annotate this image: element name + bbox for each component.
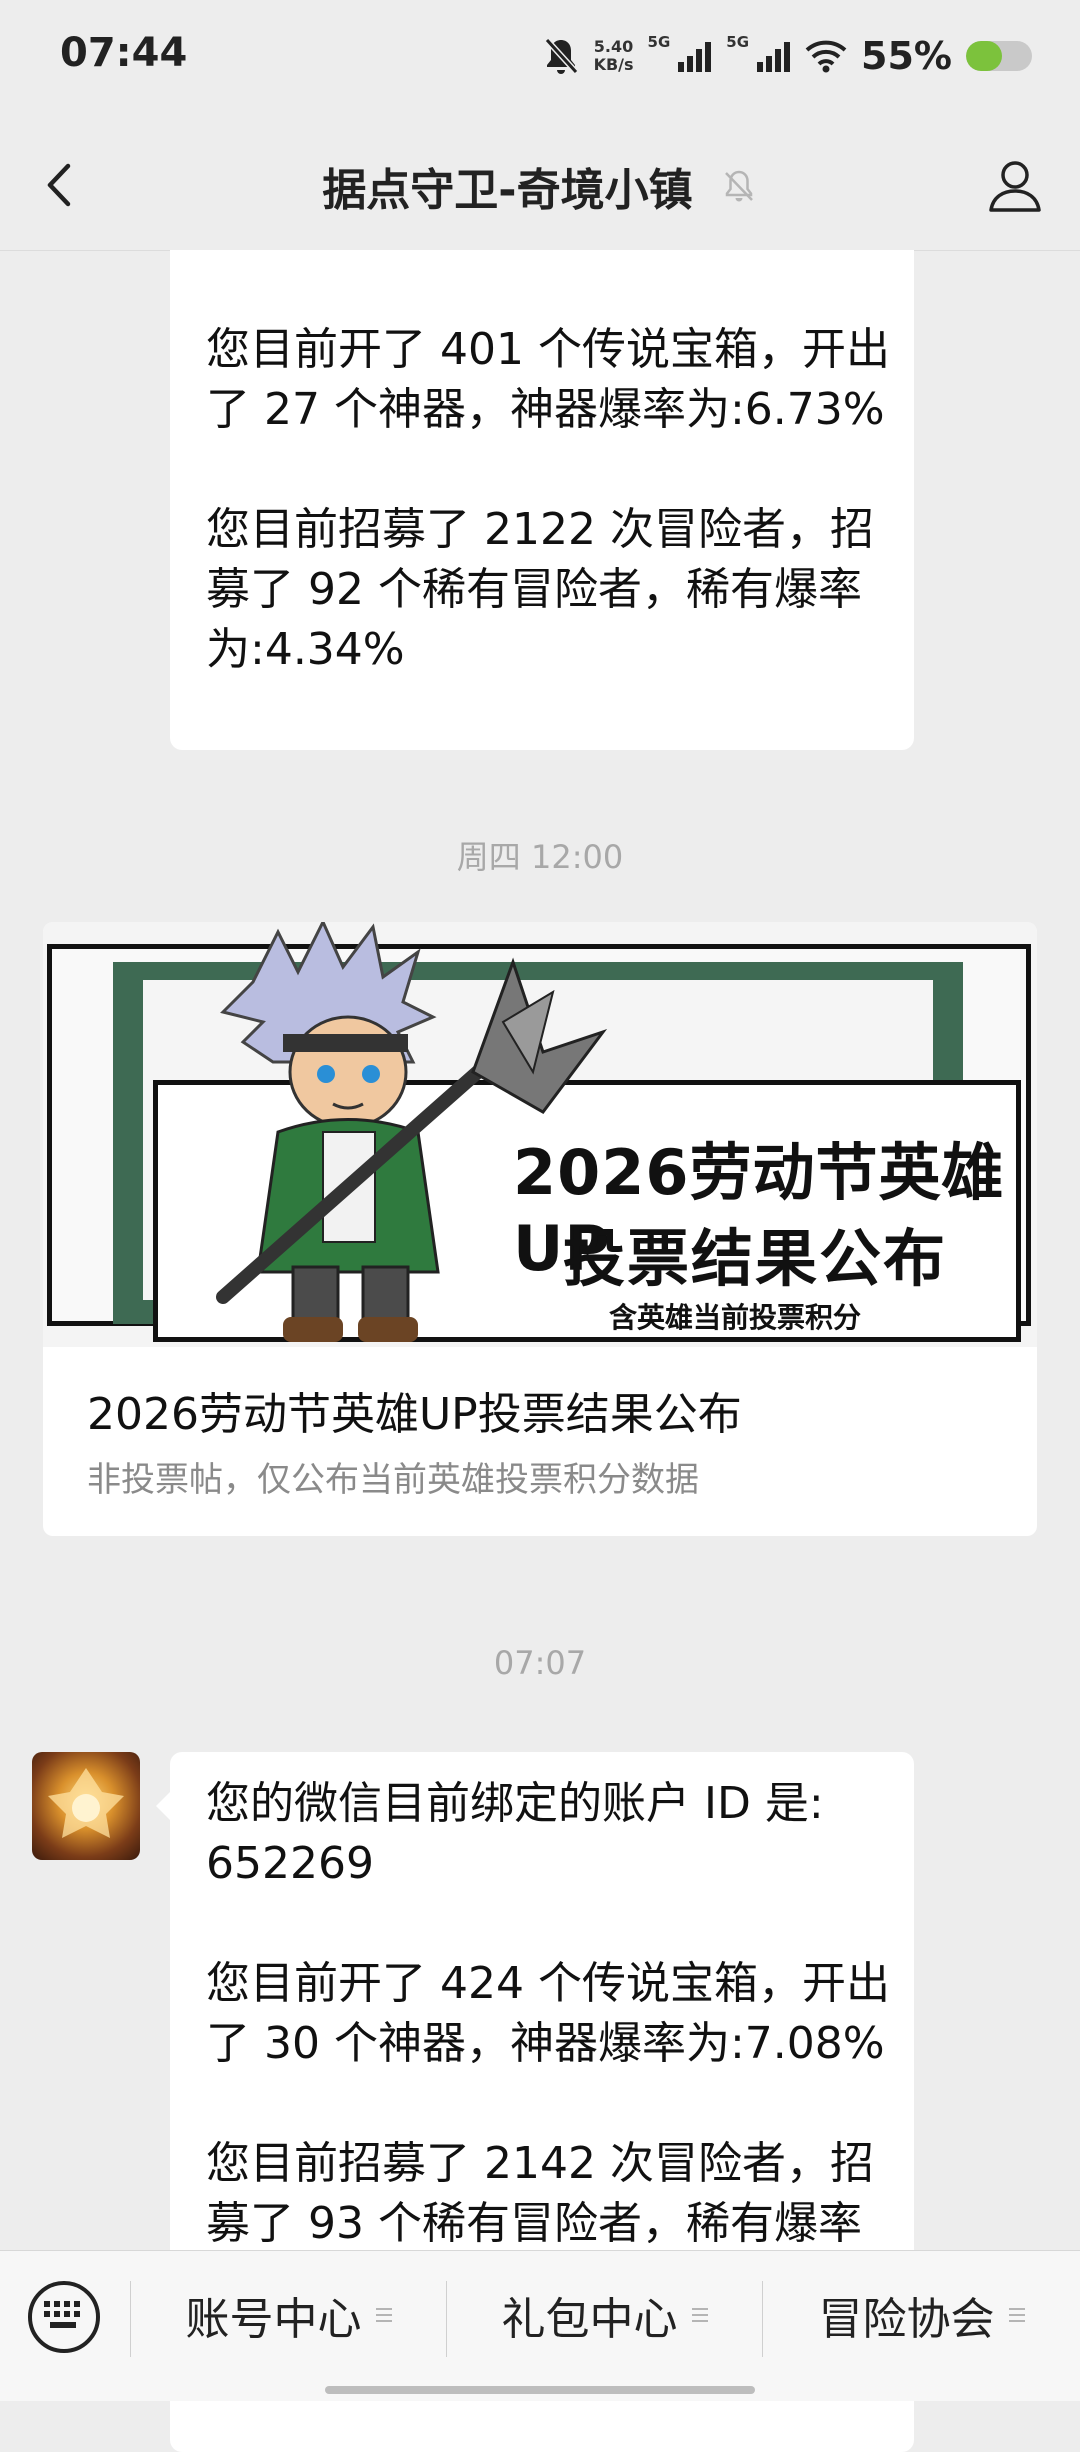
menu-account-center[interactable]: 账号中心	[131, 2273, 446, 2357]
menu-lines-icon	[1008, 2304, 1025, 2326]
article-description: 非投票帖，仅公布当前英雄投票积分数据	[87, 1460, 699, 1500]
net-speed: 5.40 KB/s	[594, 38, 634, 74]
menu-adventure-guild[interactable]: 冒险协会	[763, 2273, 1080, 2357]
cover-subtitle: 含英雄当前投票积分	[609, 1301, 862, 1334]
menu-label: 礼包中心	[501, 2294, 678, 2345]
message-timestamp: 07:07	[493, 1644, 587, 1682]
status-icons: 5.40 KB/s 5G 5G 55%	[542, 30, 1032, 82]
message-text: 您目前开了 401 个传说宝箱，开出了 27 个神器，神器爆率为:6.73% 您…	[206, 324, 890, 675]
net-speed-value: 5.40	[593, 37, 634, 56]
status-time: 07:44	[60, 30, 188, 76]
message-bubble[interactable]: 您目前开了 401 个传说宝箱，开出了 27 个神器，神器爆率为:6.73% 您…	[170, 250, 914, 750]
chat-title: 据点守卫-奇境小镇	[322, 165, 693, 216]
battery-level	[966, 41, 1003, 71]
home-indicator[interactable]	[325, 2386, 755, 2394]
signal-icon	[678, 42, 712, 72]
bottom-menu-bar: 账号中心 礼包中心 冒险协会	[0, 2250, 1080, 2401]
net-speed-unit: KB/s	[593, 55, 634, 74]
article-card[interactable]: 2026劳动节英雄UP 投票结果公布 含英雄当前投票积分 2026劳动节英雄UP…	[43, 922, 1037, 1536]
emblem-icon	[48, 1768, 124, 1838]
menu-lines-icon	[375, 2304, 392, 2326]
message-timestamp: 周四 12:00	[456, 838, 624, 876]
wifi-icon	[805, 40, 847, 73]
cover-title-line2: 投票结果公布	[563, 1222, 948, 1295]
menu-lines-icon	[691, 2304, 708, 2326]
chat-header: 据点守卫-奇境小镇	[0, 118, 1080, 251]
status-bar: 07:44 5.40 KB/s 5G 5G 55%	[0, 0, 1080, 118]
signal1-label: 5G	[647, 33, 671, 51]
article-cover-image: 2026劳动节英雄UP 投票结果公布 含英雄当前投票积分	[43, 922, 1037, 1347]
signal2-label: 5G	[726, 33, 750, 51]
avatar[interactable]	[32, 1752, 140, 1860]
bell-off-icon	[724, 170, 753, 202]
keyboard-icon[interactable]	[28, 2281, 100, 2353]
message-text: 您的微信目前绑定的账户 ID 是: 652269 您目前开了 424 个传说宝箱…	[206, 1778, 890, 2249]
menu-gift-center[interactable]: 礼包中心	[447, 2273, 762, 2357]
chat-title-wrap: 据点守卫-奇境小镇	[0, 154, 1080, 218]
menu-label: 冒险协会	[818, 2294, 995, 2345]
article-title: 2026劳动节英雄UP投票结果公布	[87, 1389, 742, 1440]
bell-off-icon	[544, 37, 578, 75]
signal-icon	[757, 42, 791, 72]
battery-percent: 55%	[861, 34, 952, 78]
battery-icon	[966, 41, 1032, 71]
person-icon[interactable]	[986, 156, 1044, 214]
menu-label: 账号中心	[185, 2294, 362, 2345]
